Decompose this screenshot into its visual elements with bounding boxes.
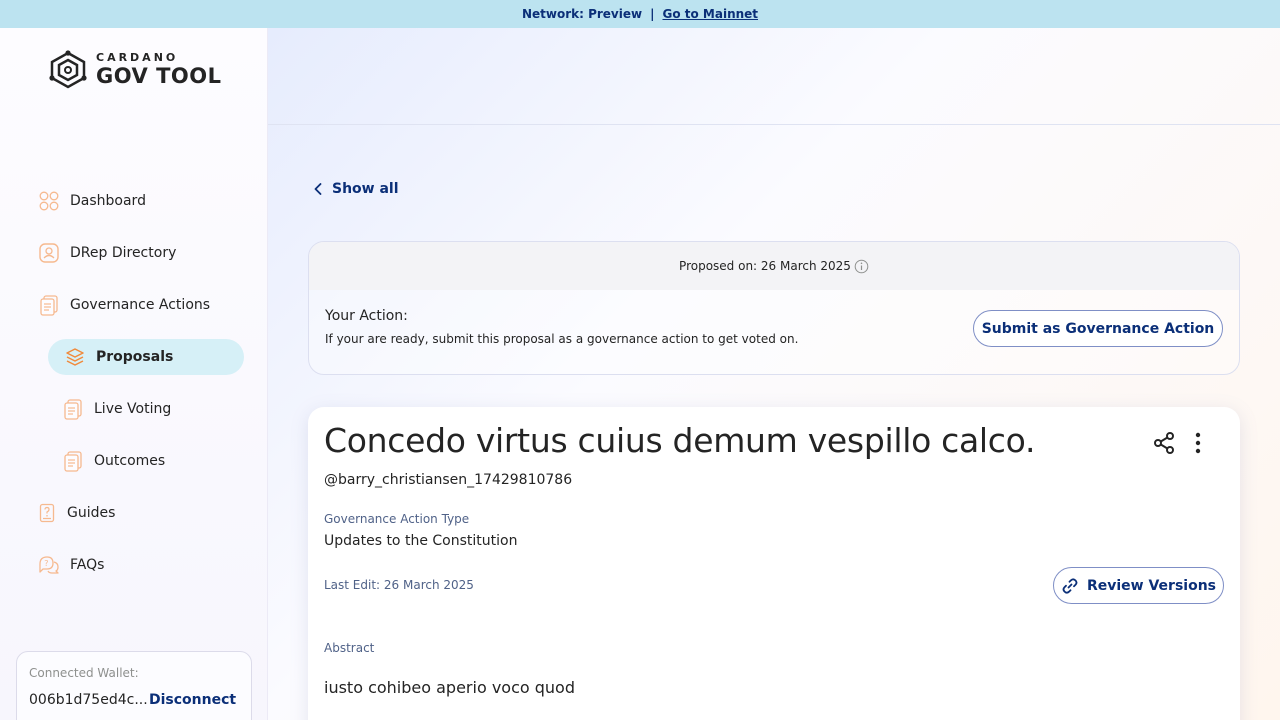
sidebar-item-outcomes[interactable]: Outcomes xyxy=(62,443,165,479)
faqs-icon: ? xyxy=(38,554,60,576)
sidebar-item-dashboard[interactable]: Dashboard xyxy=(38,183,146,219)
dashboard-icon xyxy=(38,190,60,212)
last-edit-date: Last Edit: 26 March 2025 xyxy=(324,578,474,592)
review-versions-button[interactable]: Review Versions xyxy=(1053,567,1224,604)
sidebar-item-label: Guides xyxy=(67,505,116,521)
your-action-subtitle: If your are ready, submit this proposal … xyxy=(325,332,799,346)
abstract-label: Abstract xyxy=(324,641,375,655)
sidebar-item-proposals[interactable]: Proposals xyxy=(48,339,244,375)
show-all-label: Show all xyxy=(332,181,399,197)
logo-line-2: GOV TOOL xyxy=(96,64,222,88)
proposed-on-bar: Proposed on: 26 March 2025 xyxy=(309,242,1239,290)
logo-line-1: CARDANO xyxy=(96,51,179,64)
proposed-on-date: Proposed on: 26 March 2025 xyxy=(679,259,851,273)
sidebar-item-label: Proposals xyxy=(96,349,174,365)
cardano-govtool-logo[interactable]: CARDANO GOV TOOL xyxy=(46,50,222,90)
show-all-link[interactable]: Show all xyxy=(314,181,399,197)
sidebar-item-label: Outcomes xyxy=(94,453,166,469)
sidebar-item-drep-directory[interactable]: DRep Directory xyxy=(38,235,176,271)
review-versions-label: Review Versions xyxy=(1086,577,1217,594)
main-content: Show all Proposed on: 26 March 2025 Your… xyxy=(268,28,1280,720)
sidebar: CARDANO GOV TOOL Dashboard DRep Director… xyxy=(0,28,268,720)
governance-action-type-value: Updates to the Constitution xyxy=(324,533,518,549)
wallet-label: Connected Wallet: xyxy=(29,666,139,680)
proposals-icon xyxy=(64,346,86,368)
sidebar-item-faqs[interactable]: ? FAQs xyxy=(38,547,104,583)
outcomes-icon xyxy=(62,450,84,472)
submit-button-label: Submit as Governance Action xyxy=(981,320,1215,337)
banner-separator: | xyxy=(650,7,655,21)
sidebar-item-label: Live Voting xyxy=(94,401,172,417)
your-action-title: Your Action: xyxy=(325,308,408,324)
governance-action-type-label: Governance Action Type xyxy=(324,512,470,526)
svg-text:?: ? xyxy=(44,559,48,568)
submit-as-governance-action-button[interactable]: Submit as Governance Action xyxy=(973,310,1223,347)
info-icon[interactable] xyxy=(854,259,869,274)
proposal-card: Concedo virtus cuius demum vespillo calc… xyxy=(308,407,1240,720)
link-icon xyxy=(1062,577,1078,594)
sidebar-item-label: DRep Directory xyxy=(70,245,177,261)
abstract-value: iusto cohibeo aperio voco quod xyxy=(324,678,575,697)
live-voting-icon xyxy=(62,398,84,420)
governance-actions-icon xyxy=(38,294,60,316)
drep-directory-icon xyxy=(38,242,60,264)
disconnect-button[interactable]: Disconnect xyxy=(149,692,236,708)
sidebar-item-label: FAQs xyxy=(70,557,105,573)
wallet-address: 006b1d75ed4c... xyxy=(29,692,148,708)
share-icon[interactable] xyxy=(1152,431,1176,459)
network-label: Network: Preview xyxy=(521,7,643,21)
proposal-author: @barry_christiansen_17429810786 xyxy=(324,472,573,488)
network-banner: Network: Preview | Go to Mainnet xyxy=(0,0,1280,28)
cardano-logo-icon xyxy=(49,50,87,89)
connected-wallet-card: Connected Wallet: 006b1d75ed4c... Discon… xyxy=(16,651,252,720)
sidebar-item-live-voting[interactable]: Live Voting xyxy=(62,391,171,427)
go-to-mainnet-link[interactable]: Go to Mainnet xyxy=(662,7,758,21)
sidebar-item-label: Governance Actions xyxy=(70,297,211,313)
top-header xyxy=(268,28,1280,125)
sidebar-item-label: Dashboard xyxy=(70,193,146,209)
sidebar-item-guides[interactable]: Guides xyxy=(38,495,115,531)
proposal-title: Concedo virtus cuius demum vespillo calc… xyxy=(324,421,1036,460)
chevron-left-icon xyxy=(314,183,322,195)
your-action-card: Proposed on: 26 March 2025 Your Action: … xyxy=(308,241,1240,375)
guides-icon xyxy=(38,502,56,524)
sidebar-item-governance-actions[interactable]: Governance Actions xyxy=(38,287,210,323)
more-options-icon[interactable] xyxy=(1194,431,1202,459)
